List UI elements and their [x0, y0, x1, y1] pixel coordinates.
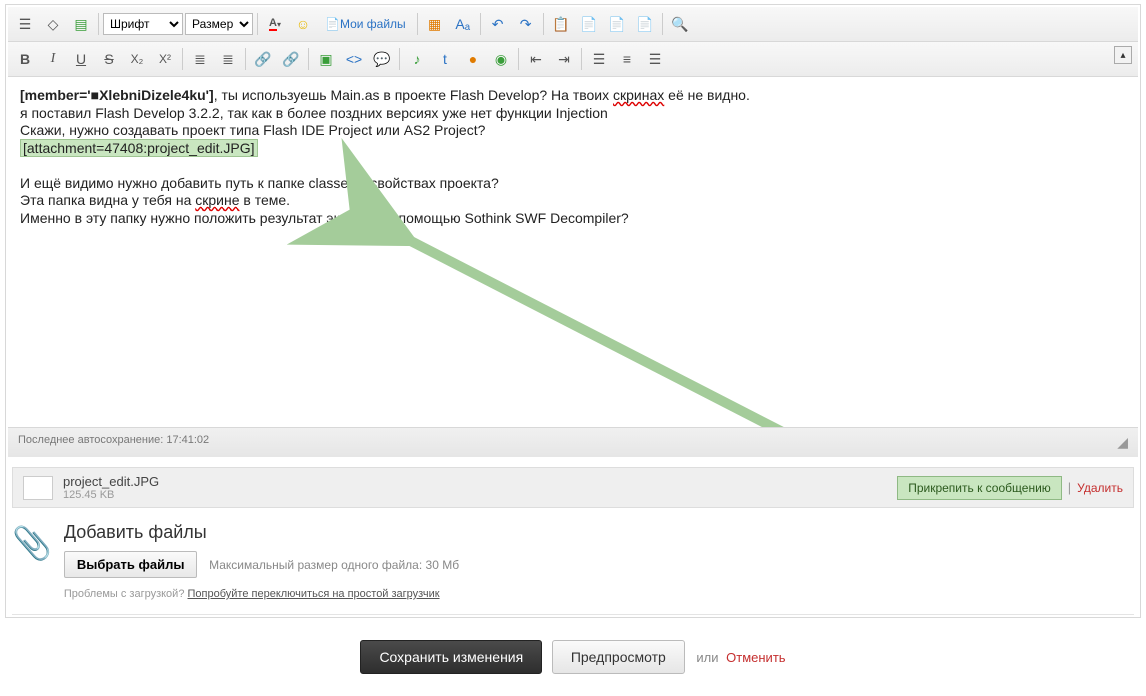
quote-icon[interactable]: 💬	[369, 46, 395, 72]
twitter-icon[interactable]: t	[432, 46, 458, 72]
find-icon[interactable]: 🔍	[667, 11, 693, 37]
file-name: project_edit.JPG	[63, 474, 897, 489]
file-size: 125.45 KB	[63, 489, 897, 501]
editor-textarea[interactable]: [member='■XlebniDizele4ku'], ты использу…	[8, 77, 1138, 427]
align-right-icon[interactable]: ☰	[642, 46, 668, 72]
align-left-icon[interactable]: ☰	[586, 46, 612, 72]
attachment-tag: [attachment=47408:project_edit.JPG]	[20, 139, 258, 157]
toggle-mode-icon[interactable]: ☰	[12, 11, 38, 37]
toolbar-primary: ☰ ◇ ▤ Шрифт Размер A▾ ☺ 📄 Мои файлы ▦ Aₐ…	[8, 7, 1138, 42]
or-text: или	[696, 650, 718, 665]
paste-word-icon[interactable]: 📄	[632, 11, 658, 37]
circle1-icon[interactable]: ●	[460, 46, 486, 72]
choose-files-button[interactable]: Выбрать файлы	[64, 551, 198, 578]
image-icon[interactable]: ▣	[313, 46, 339, 72]
indent-icon[interactable]: ⇥	[551, 46, 577, 72]
outdent-icon[interactable]: ⇤	[523, 46, 549, 72]
toolbar-secondary: B I U S X₂ X² ≣ ≣ 🔗 🔗 ▣ <> 💬 ♪ t ● ◉ ⇤ ⇥…	[8, 42, 1138, 77]
translate-icon[interactable]: Aₐ	[450, 11, 476, 37]
font-select[interactable]: Шрифт	[103, 13, 183, 35]
attachment-row: project_edit.JPG 125.45 KB Прикрепить к …	[12, 467, 1134, 508]
link-icon[interactable]: 🔗	[250, 46, 276, 72]
paste-text-icon[interactable]: 📄	[604, 11, 630, 37]
copy-icon[interactable]: 📋	[548, 11, 574, 37]
list-number-icon[interactable]: ≣	[215, 46, 241, 72]
myfiles-button[interactable]: 📄 Мои файлы	[318, 11, 413, 37]
superscript-icon[interactable]: X²	[152, 46, 178, 72]
italic-icon[interactable]: I	[40, 46, 66, 72]
expand-toggle-icon[interactable]: ▴	[1114, 46, 1132, 64]
size-select[interactable]: Размер	[185, 13, 253, 35]
file-thumbnail-icon	[23, 476, 53, 500]
undo-icon[interactable]: ↶	[485, 11, 511, 37]
paperclip-icon: 📎	[12, 524, 52, 600]
member-tag: [member='■XlebniDizele4ku']	[20, 87, 214, 103]
media-icon[interactable]: ♪	[404, 46, 430, 72]
strike-icon[interactable]: S	[96, 46, 122, 72]
redo-icon[interactable]: ↷	[513, 11, 539, 37]
upload-hint: Максимальный размер одного файла: 30 Мб	[209, 558, 459, 572]
cancel-link[interactable]: Отменить	[726, 650, 785, 665]
status-bar: Последнее автосохранение: 17:41:02 ◢	[8, 427, 1138, 457]
subscript-icon[interactable]: X₂	[124, 46, 150, 72]
eraser-icon[interactable]: ◇	[40, 11, 66, 37]
gift-icon[interactable]: ▦	[422, 11, 448, 37]
autosave-text: Последнее автосохранение: 17:41:02	[18, 434, 209, 451]
upload-title: Добавить файлы	[64, 522, 459, 543]
align-center-icon[interactable]: ≡	[614, 46, 640, 72]
attach-to-post-button[interactable]: Прикрепить к сообщению	[897, 476, 1062, 500]
delete-attachment-link[interactable]: Удалить	[1077, 481, 1123, 495]
upload-problems-text: Проблемы с загрузкой?	[64, 588, 188, 600]
smiley-icon[interactable]: ☺	[290, 11, 316, 37]
code-icon[interactable]: <>	[341, 46, 367, 72]
circle2-icon[interactable]: ◉	[488, 46, 514, 72]
simple-uploader-link[interactable]: Попробуйте переключиться на простой загр…	[188, 588, 440, 600]
upload-section: 📎 Добавить файлы Выбрать файлы Максималь…	[12, 522, 1134, 600]
preview-button[interactable]: Предпросмотр	[552, 640, 685, 674]
list-bullet-icon[interactable]: ≣	[187, 46, 213, 72]
save-button[interactable]: Сохранить изменения	[360, 640, 542, 674]
editor-container: ☰ ◇ ▤ Шрифт Размер A▾ ☺ 📄 Мои файлы ▦ Aₐ…	[5, 4, 1141, 618]
footer-actions: Сохранить изменения Предпросмотр или Отм…	[0, 640, 1146, 674]
paste-icon[interactable]: 📄	[576, 11, 602, 37]
resize-grip-icon[interactable]: ◢	[1117, 434, 1128, 451]
bold-icon[interactable]: B	[12, 46, 38, 72]
spellcheck-icon[interactable]: ▤	[68, 11, 94, 37]
textcolor-icon[interactable]: A▾	[262, 11, 288, 37]
unlink-icon[interactable]: 🔗	[278, 46, 304, 72]
underline-icon[interactable]: U	[68, 46, 94, 72]
